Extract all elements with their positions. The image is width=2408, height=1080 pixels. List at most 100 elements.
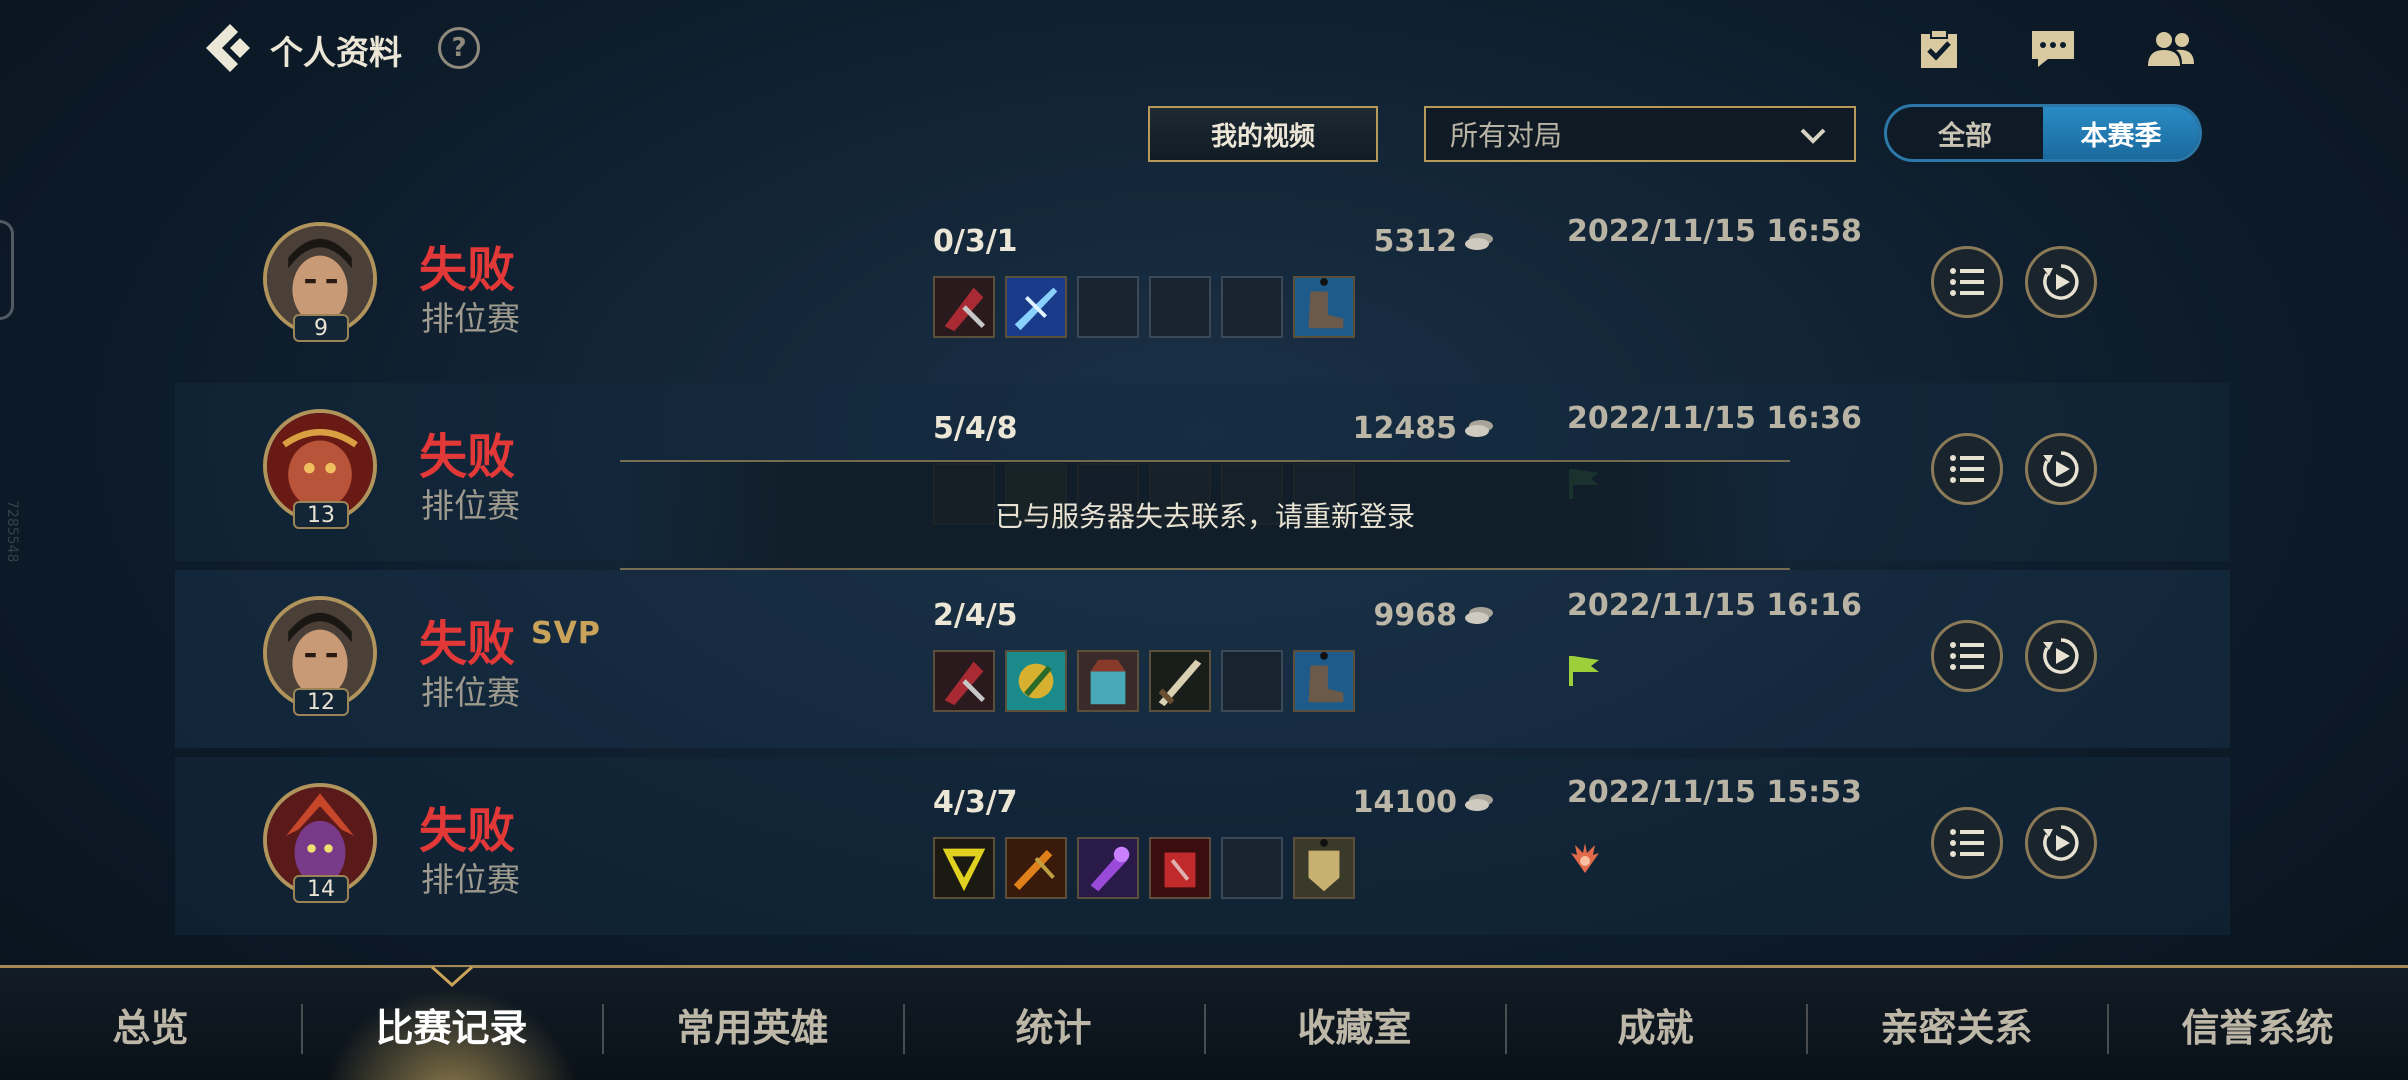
active-caret-icon	[430, 965, 473, 987]
empty-item-slot	[1221, 837, 1283, 899]
match-mode: 排位赛	[421, 860, 520, 899]
chevron-down-icon	[1800, 128, 1826, 144]
list-icon	[1950, 829, 1984, 857]
kda-score: 4/3/7	[933, 785, 1018, 820]
replay-button[interactable]	[2025, 246, 2097, 318]
match-time: 2022/11/15 16:36	[1567, 401, 1862, 436]
tab-statistics[interactable]: 统计	[903, 968, 1204, 1080]
match-time: 2022/11/15 15:53	[1567, 775, 1862, 810]
friends-button[interactable]	[2146, 24, 2196, 74]
replay-button[interactable]	[2025, 433, 2097, 505]
tab-achievements[interactable]: 成就	[1505, 968, 1806, 1080]
crest-icon	[1571, 843, 1599, 873]
replay-button[interactable]	[2025, 620, 2097, 692]
gold-amount: 12485	[1352, 411, 1457, 446]
gold-amount: 5312	[1373, 224, 1458, 259]
list-icon	[1950, 268, 1984, 296]
match-mode: 排位赛	[421, 299, 520, 338]
empty-item-slot	[1221, 650, 1283, 712]
replay-icon	[2043, 451, 2079, 487]
item-slot-icon	[1077, 837, 1139, 899]
list-icon	[1950, 642, 1984, 670]
hero-level-badge: 12	[293, 688, 349, 716]
match-detail-button[interactable]	[1931, 620, 2003, 692]
boots-item-icon	[1293, 276, 1355, 338]
item-slot-icon	[933, 650, 995, 712]
match-row[interactable]: 14 失败 排位赛 4/3/7 14100 2022/11/15 15:53	[175, 757, 2230, 935]
match-result: 失败	[419, 803, 516, 859]
flag-icon	[1569, 656, 1599, 686]
bottom-nav: 总览 比赛记录 常用英雄 统计 收藏室 成就 亲密关系 信誉系统	[0, 965, 2408, 1080]
item-slot-icon	[1149, 837, 1211, 899]
match-result: 失败	[419, 242, 516, 298]
match-detail-button[interactable]	[1931, 807, 2003, 879]
empty-item-slot	[1149, 276, 1211, 338]
svp-badge: SVP	[531, 616, 601, 651]
hero-level-badge: 14	[293, 875, 349, 903]
item-slots	[933, 276, 1355, 338]
gold-coin-icon	[1465, 794, 1493, 811]
hero-level-badge: 9	[293, 314, 349, 342]
list-icon	[1950, 455, 1984, 483]
item-slot-icon	[1077, 650, 1139, 712]
match-filter-value: 所有对局	[1450, 119, 1563, 152]
empty-item-slot	[1221, 276, 1283, 338]
boots-item-icon	[1293, 650, 1355, 712]
tab-reputation[interactable]: 信誉系统	[2107, 968, 2408, 1080]
armor-item-icon	[1293, 837, 1355, 899]
match-result: 失败	[419, 616, 516, 672]
match-detail-button[interactable]	[1931, 433, 2003, 505]
item-slot-icon	[1005, 650, 1067, 712]
item-slot-icon	[1149, 650, 1211, 712]
back-arrow-icon	[206, 24, 250, 72]
replay-icon	[2043, 638, 2079, 674]
gold-coin-icon	[1465, 420, 1493, 437]
chat-bubble-icon	[2032, 31, 2074, 67]
replay-icon	[2043, 825, 2079, 861]
hero-level-badge: 13	[293, 501, 349, 529]
help-button[interactable]: ?	[438, 27, 480, 69]
tab-collection[interactable]: 收藏室	[1204, 968, 1505, 1080]
disconnect-toast: 已与服务器失去联系，请重新登录	[620, 460, 1790, 570]
match-mode: 排位赛	[421, 673, 520, 712]
item-slots	[933, 650, 1355, 712]
kda-score: 0/3/1	[933, 224, 1018, 259]
match-time: 2022/11/15 16:16	[1567, 588, 1862, 623]
item-slot-icon	[1005, 837, 1067, 899]
toggle-all[interactable]: 全部	[1887, 107, 2043, 159]
match-mode: 排位赛	[421, 486, 520, 525]
side-panel-handle[interactable]	[0, 220, 14, 320]
season-toggle[interactable]: 全部 本赛季	[1884, 104, 2202, 162]
item-slot-icon	[933, 837, 995, 899]
match-filter-dropdown[interactable]: 所有对局	[1424, 106, 1856, 162]
my-videos-button[interactable]: 我的视频	[1148, 106, 1378, 162]
tab-overview[interactable]: 总览	[0, 968, 301, 1080]
replay-icon	[2043, 264, 2079, 300]
tab-favorite-heroes[interactable]: 常用英雄	[602, 968, 903, 1080]
item-slot-icon	[933, 276, 995, 338]
gold-coin-icon	[1465, 233, 1493, 250]
back-button[interactable]	[196, 18, 256, 78]
toggle-current-season[interactable]: 本赛季	[2043, 107, 2199, 159]
tab-match-history[interactable]: 比赛记录	[301, 965, 602, 1080]
chat-button[interactable]	[2028, 24, 2078, 74]
friends-icon	[2148, 32, 2194, 66]
empty-item-slot	[1077, 276, 1139, 338]
gold-amount: 14100	[1352, 785, 1457, 820]
tab-relationships[interactable]: 亲密关系	[1806, 968, 2107, 1080]
match-detail-button[interactable]	[1931, 246, 2003, 318]
match-time: 2022/11/15 16:58	[1567, 214, 1862, 249]
tab-match-history-label: 比赛记录	[375, 1005, 528, 1050]
replay-button[interactable]	[2025, 807, 2097, 879]
task-checklist-button[interactable]	[1914, 24, 1964, 74]
kda-score: 2/4/5	[933, 598, 1018, 633]
gold-coin-icon	[1465, 607, 1493, 624]
gold-amount: 9968	[1373, 598, 1458, 633]
page-title: 个人资料	[270, 33, 402, 72]
side-id-text: 7285548	[4, 500, 20, 563]
match-row[interactable]: 12 失败 SVP 排位赛 2/4/5 9968 2022/11/15 16:1…	[175, 570, 2230, 748]
match-row[interactable]: 9 失败 排位赛 0/3/1 5312 2022/11/15 16:58	[175, 196, 2230, 374]
item-slot-icon	[1005, 276, 1067, 338]
item-slots	[933, 837, 1355, 899]
match-result: 失败	[419, 429, 516, 485]
